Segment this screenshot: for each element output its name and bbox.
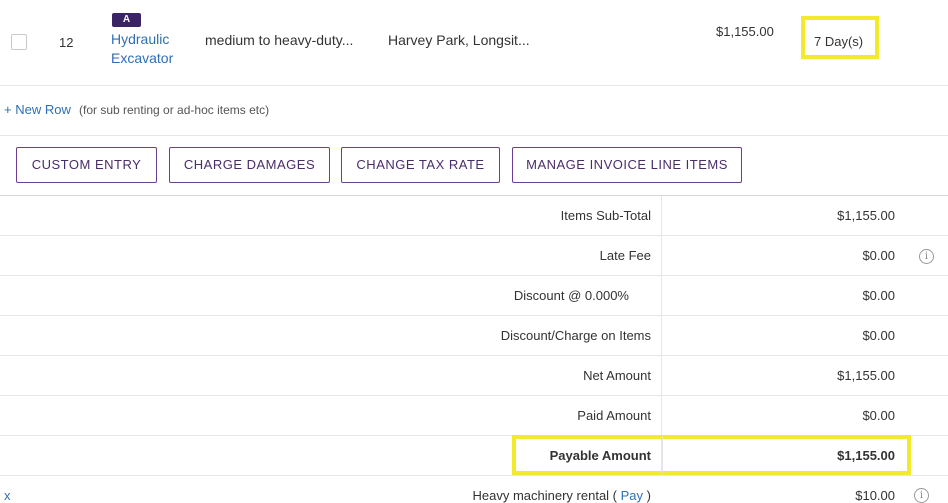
totals-label: Net Amount: [583, 368, 651, 383]
item-description: medium to heavy-duty...: [205, 32, 354, 48]
item-duration: 7 Day(s): [814, 34, 864, 49]
row-number: 12: [59, 35, 74, 50]
totals-label: Paid Amount: [577, 408, 651, 423]
charge-damages-button[interactable]: CHARGE DAMAGES: [169, 147, 330, 183]
info-icon[interactable]: i: [914, 488, 929, 503]
totals-row-paid-amount: Paid Amount $0.00: [0, 396, 948, 436]
new-row-link[interactable]: + New Row: [4, 102, 71, 117]
extra-charge-value: $10.00: [855, 488, 895, 503]
totals-value: $1,155.00: [837, 208, 895, 223]
pay-link[interactable]: Pay: [621, 488, 643, 503]
custom-entry-button[interactable]: CUSTOM ENTRY: [16, 147, 157, 183]
totals-row-discount-charge: Discount/Charge on Items $0.00: [0, 316, 948, 356]
totals-row-net-amount: Net Amount $1,155.00: [0, 356, 948, 396]
totals-label: Late Fee: [599, 248, 651, 263]
info-icon[interactable]: i: [919, 249, 934, 264]
row-checkbox[interactable]: [11, 34, 27, 50]
payable-label-highlight: [512, 435, 662, 475]
manage-invoice-line-items-button[interactable]: MANAGE INVOICE LINE ITEMS: [512, 147, 742, 183]
totals-label: Discount @ 0.000%: [513, 288, 629, 303]
totals-row-subtotal: Items Sub-Total $1,155.00: [0, 196, 948, 236]
remove-charge-link[interactable]: x: [4, 488, 11, 503]
totals-value: $0.00: [862, 328, 895, 343]
item-badge: A: [112, 13, 141, 27]
item-price: $1,155.00: [716, 24, 774, 39]
totals-label: Discount/Charge on Items: [500, 328, 651, 343]
payable-value-highlight: [662, 435, 911, 475]
totals-row-late-fee: Late Fee $0.00: [0, 236, 948, 276]
extra-charge-label: Heavy machinery rental ( Pay ): [473, 488, 652, 503]
extra-charge-text: Heavy machinery rental (: [472, 488, 618, 503]
item-name-link[interactable]: Hydraulic Excavator: [111, 30, 201, 68]
item-location: Harvey Park, Longsit...: [388, 32, 530, 48]
totals-value: $1,155.00: [837, 368, 895, 383]
totals-label: Items Sub-Total: [560, 208, 651, 223]
totals-value: $0.00: [862, 248, 895, 263]
totals-row-discount: Discount @ 0.000% $0.00: [0, 276, 948, 316]
extra-charge-close: ): [646, 488, 651, 503]
change-tax-rate-button[interactable]: CHANGE TAX RATE: [341, 147, 500, 183]
totals-value: $0.00: [862, 408, 895, 423]
totals-value: $0.00: [862, 288, 895, 303]
new-row-hint: (for sub renting or ad-hoc items etc): [79, 103, 270, 117]
